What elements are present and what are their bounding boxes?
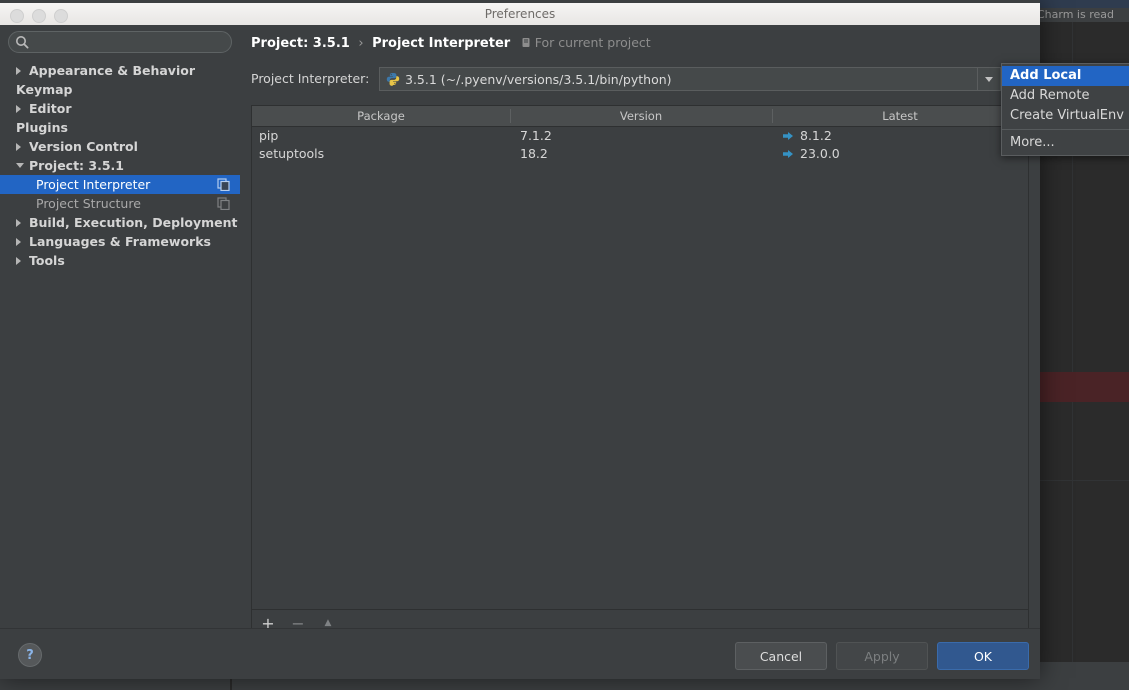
chevron-down-icon[interactable] <box>16 163 24 168</box>
interpreter-dropdown-button[interactable] <box>977 68 1000 90</box>
screen: Charm is read Preferences Appearance & B… <box>0 0 1129 690</box>
copy-icon <box>217 197 230 210</box>
sidebar-item-label: Editor <box>29 101 72 116</box>
menu-separator <box>1002 129 1129 130</box>
chevron-right-icon[interactable] <box>16 238 21 246</box>
chevron-right-icon[interactable] <box>16 105 21 113</box>
apply-button[interactable]: Apply <box>836 642 928 670</box>
menu-item-add-local[interactable]: Add Local <box>1002 66 1129 86</box>
packages-table-body: pip 7.1.2 8.1.2 setuptools 18.2 23.0.0 <box>252 127 1028 163</box>
interpreter-label: Project Interpreter: <box>251 71 370 86</box>
sidebar-item-editor[interactable]: Editor <box>0 99 240 118</box>
packages-table: Package Version Latest pip 7.1.2 8.1.2 setu… <box>251 105 1029 610</box>
sidebar-item-label: Tools <box>29 253 65 268</box>
breadcrumb-note-wrap: For current project <box>521 35 651 50</box>
chevron-right-icon[interactable] <box>16 257 21 265</box>
dialog-actions: Cancel Apply OK <box>735 642 1029 670</box>
breadcrumb-note: For current project <box>534 35 651 50</box>
table-row[interactable]: pip 7.1.2 8.1.2 <box>252 127 1028 145</box>
chevron-right-icon[interactable] <box>16 67 21 75</box>
scope-icon <box>522 38 530 47</box>
interpreter-combobox[interactable]: 3.5.1 (~/.pyenv/versions/3.5.1/bin/pytho… <box>379 67 1001 91</box>
column-header-package[interactable]: Package <box>252 106 510 126</box>
sidebar-item-project-structure[interactable]: Project Structure <box>0 194 240 213</box>
settings-sidebar: Appearance & Behavior Keymap Editor Plugins… <box>0 25 241 628</box>
sidebar-item-label: Project Structure <box>36 196 141 211</box>
sidebar-item-label: Keymap <box>16 82 73 97</box>
sidebar-item-appearance-behavior[interactable]: Appearance & Behavior <box>0 61 240 80</box>
cancel-button[interactable]: Cancel <box>735 642 827 670</box>
ok-button[interactable]: OK <box>937 642 1029 670</box>
dialog-title: Preferences <box>484 7 556 21</box>
ide-divider-horizontal <box>1040 480 1129 481</box>
packages-table-header: Package Version Latest <box>252 106 1028 127</box>
cell-package: pip <box>259 128 279 143</box>
sidebar-item-label: Plugins <box>16 120 68 135</box>
upgrade-arrow-icon <box>783 132 793 140</box>
sidebar-item-project-interpreter[interactable]: Project Interpreter <box>0 175 240 194</box>
python-icon <box>386 73 400 86</box>
column-header-latest[interactable]: Latest <box>772 106 1028 126</box>
sidebar-item-label: Appearance & Behavior <box>29 63 195 78</box>
ide-error-highlight <box>1040 372 1129 402</box>
upgrade-arrow-icon <box>783 150 793 158</box>
sidebar-item-label: Build, Execution, Deployment <box>29 215 238 230</box>
chevron-right-icon[interactable] <box>16 219 21 227</box>
sidebar-item-languages-frameworks[interactable]: Languages & Frameworks <box>0 232 240 251</box>
preferences-dialog: Preferences Appearance & Behavior Keymap E… <box>0 0 1040 679</box>
cell-latest-version: 23.0.0 <box>800 146 840 161</box>
sidebar-item-plugins[interactable]: Plugins <box>0 118 240 137</box>
search-input[interactable] <box>8 31 232 53</box>
breadcrumb-project[interactable]: Project: 3.5.1 <box>251 36 350 51</box>
dialog-title-bar: Preferences <box>0 3 1040 26</box>
cell-latest: 8.1.2 <box>772 127 1028 145</box>
search-container <box>8 31 232 53</box>
cell-latest: 23.0.0 <box>772 145 1028 163</box>
sidebar-item-label: Project Interpreter <box>36 177 151 192</box>
breadcrumb: Project: 3.5.1 › Project Interpreter For… <box>251 35 651 51</box>
sidebar-item-label: Project: 3.5.1 <box>29 158 125 173</box>
help-button[interactable]: ? <box>18 643 42 667</box>
sidebar-item-label: Version Control <box>29 139 138 154</box>
settings-content: Project: 3.5.1 › Project Interpreter For… <box>240 25 1040 637</box>
breadcrumb-page: Project Interpreter <box>372 36 511 51</box>
chevron-down-icon <box>985 76 993 82</box>
cell-version: 7.1.2 <box>520 128 552 143</box>
chevron-right-icon[interactable] <box>16 143 21 151</box>
interpreter-dropdown-menu: Add Local Add Remote Create VirtualEnv More… <box>1001 63 1129 156</box>
interpreter-row: Project Interpreter: 3.5.1 (~/.pyenv/ver… <box>251 67 1031 91</box>
interpreter-value: 3.5.1 (~/.pyenv/versions/3.5.1/bin/pytho… <box>405 71 672 87</box>
ide-status-text: Charm is read <box>1037 8 1114 21</box>
menu-item-create-virtualenv[interactable]: Create VirtualEnv <box>1002 106 1129 126</box>
column-header-version[interactable]: Version <box>510 106 772 126</box>
settings-tree: Appearance & Behavior Keymap Editor Plugins… <box>0 61 240 270</box>
sidebar-item-label: Languages & Frameworks <box>29 234 211 249</box>
table-row[interactable]: setuptools 18.2 23.0.0 <box>252 145 1028 163</box>
sidebar-item-project-3-5-1[interactable]: Project: 3.5.1 <box>0 156 240 175</box>
cell-latest-version: 8.1.2 <box>800 128 832 143</box>
sidebar-item-build-execution-deployment[interactable]: Build, Execution, Deployment <box>0 213 240 232</box>
menu-item-more[interactable]: More... <box>1002 133 1129 153</box>
dialog-body: Appearance & Behavior Keymap Editor Plugins… <box>0 25 1040 637</box>
sidebar-item-tools[interactable]: Tools <box>0 251 240 270</box>
menu-item-add-remote[interactable]: Add Remote <box>1002 86 1129 106</box>
breadcrumb-separator: › <box>358 36 364 51</box>
cell-version: 18.2 <box>520 146 548 161</box>
dialog-footer: ? Cancel Apply OK <box>0 628 1040 679</box>
sidebar-item-version-control[interactable]: Version Control <box>0 137 240 156</box>
cell-package: setuptools <box>259 146 325 161</box>
sidebar-item-keymap[interactable]: Keymap <box>0 80 240 99</box>
copy-icon <box>217 178 230 191</box>
